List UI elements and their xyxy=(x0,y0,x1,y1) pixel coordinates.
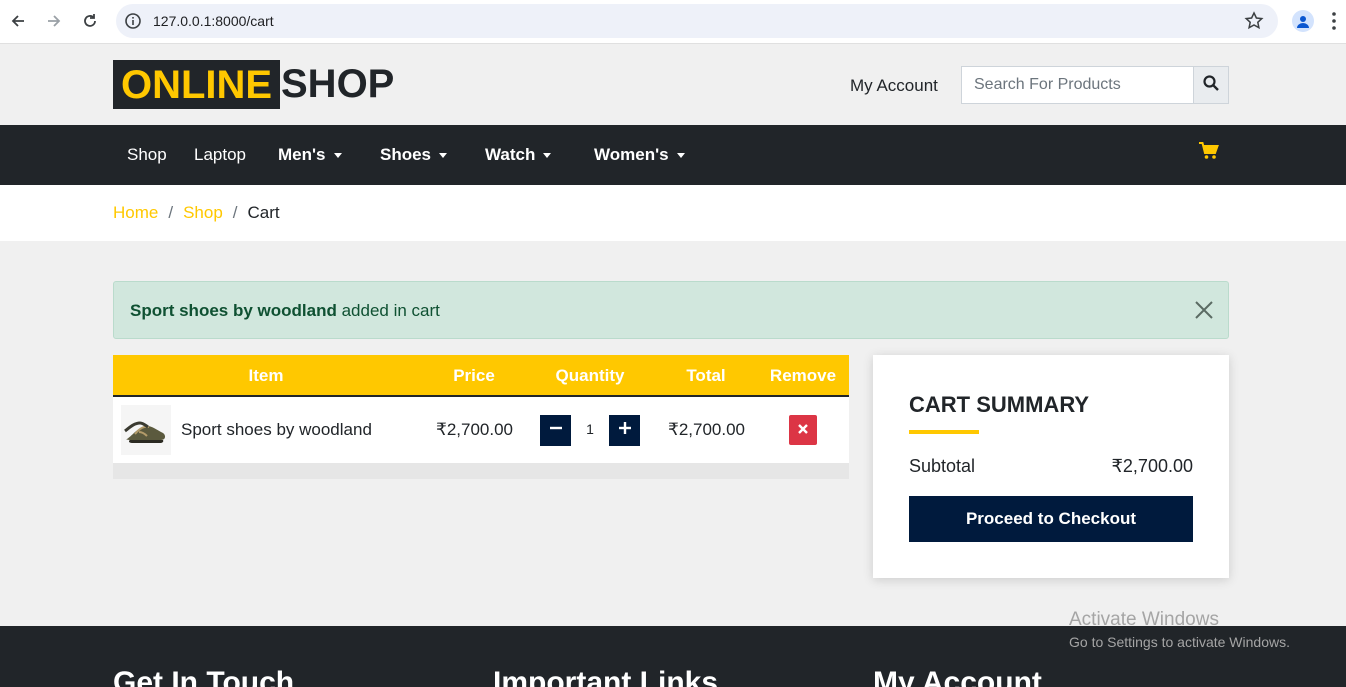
my-account-link[interactable]: My Account xyxy=(850,76,938,96)
product-image[interactable] xyxy=(121,405,171,455)
minus-icon xyxy=(549,421,563,440)
breadcrumb-shop[interactable]: Shop xyxy=(183,203,223,223)
breadcrumb-current: Cart xyxy=(247,203,280,222)
breadcrumb-separator: / xyxy=(168,203,174,222)
nav-label: Men's xyxy=(278,145,326,164)
row-total: ₹2,700.00 xyxy=(668,420,745,439)
nav-label: Women's xyxy=(594,145,669,164)
caret-down-icon xyxy=(543,152,552,158)
breadcrumb-home[interactable]: Home xyxy=(113,203,158,223)
close-icon xyxy=(798,421,808,439)
search-icon xyxy=(1203,74,1219,96)
breadcrumb-bar: Home / Shop / Cart xyxy=(0,185,1346,241)
close-icon[interactable] xyxy=(1195,301,1213,324)
search-button[interactable] xyxy=(1193,67,1228,103)
search-form xyxy=(961,66,1229,104)
main-navbar: Shop Laptop Men's Shoes Watch Women's xyxy=(0,125,1346,185)
site-header: ONLINE SHOP My Account xyxy=(0,45,1346,125)
subtotal-label: Subtotal xyxy=(909,456,976,476)
breadcrumb: Home / Shop / Cart xyxy=(113,203,280,223)
bookmark-star-icon[interactable] xyxy=(1244,11,1264,36)
nav-label: Laptop xyxy=(194,145,246,164)
cart-table: Item Price Quantity Total Remove Sport s… xyxy=(113,355,849,479)
reload-icon[interactable] xyxy=(79,10,101,32)
header-quantity: Quantity xyxy=(555,366,625,385)
title-underline xyxy=(909,430,979,434)
nav-label: Shop xyxy=(127,145,167,164)
watermark-subtitle: Go to Settings to activate Windows. xyxy=(1069,634,1290,650)
site-info-icon[interactable] xyxy=(124,12,142,35)
product-price: ₹2,700.00 xyxy=(436,420,513,439)
breadcrumb-separator: / xyxy=(232,203,238,222)
quantity-input[interactable]: 1 xyxy=(571,421,609,437)
footer-heading-links: Important Links xyxy=(493,666,719,687)
table-header: Item Price Quantity Total Remove xyxy=(113,355,849,397)
cart-summary: CART SUMMARY Subtotal ₹2,700.00 Proceed … xyxy=(873,355,1229,578)
logo-text[interactable]: SHOP xyxy=(281,64,394,104)
alert-text: added in cart xyxy=(336,301,440,320)
subtotal-value: ₹2,700.00 xyxy=(1111,456,1193,476)
browser-menu-icon[interactable] xyxy=(1332,12,1336,35)
nav-label: Watch xyxy=(485,145,536,164)
summary-title: CART SUMMARY xyxy=(909,392,1090,417)
checkout-button[interactable]: Proceed to Checkout xyxy=(909,496,1193,542)
table-row: Sport shoes by woodland ₹2,700.00 1 ₹2,7… xyxy=(113,397,849,463)
alert-message: Sport shoes by woodland added in cart xyxy=(130,301,440,321)
success-alert: Sport shoes by woodland added in cart xyxy=(113,281,1229,339)
alert-product-name: Sport shoes by woodland xyxy=(130,301,337,320)
nav-item-shoes[interactable]: Shoes xyxy=(380,145,448,165)
watermark-title: Activate Windows xyxy=(1069,609,1219,630)
plus-icon xyxy=(618,421,632,440)
product-name[interactable]: Sport shoes by woodland xyxy=(181,420,372,440)
caret-down-icon xyxy=(676,152,685,158)
nav-item-laptop[interactable]: Laptop xyxy=(194,145,246,165)
logo-highlight: ONLINE xyxy=(121,62,273,107)
footer-heading-account: My Account xyxy=(873,666,1042,687)
header-remove: Remove xyxy=(769,366,837,385)
quantity-decrease-button[interactable] xyxy=(540,415,571,446)
header-item: Item xyxy=(248,366,284,385)
activation-watermark: Activate Windows Go to Settings to activ… xyxy=(1069,609,1290,650)
nav-item-shop[interactable]: Shop xyxy=(127,145,167,165)
caret-down-icon xyxy=(439,152,448,158)
nav-item-watch[interactable]: Watch xyxy=(485,145,552,165)
quantity-increase-button[interactable] xyxy=(609,415,640,446)
browser-toolbar: 127.0.0.1:8000/cart xyxy=(0,0,1346,44)
forward-icon[interactable] xyxy=(43,10,65,32)
profile-avatar-icon[interactable] xyxy=(1292,10,1314,32)
back-icon[interactable] xyxy=(7,10,29,32)
header-total: Total xyxy=(686,366,726,385)
url-text[interactable]: 127.0.0.1:8000/cart xyxy=(153,13,274,29)
address-bar[interactable]: 127.0.0.1:8000/cart xyxy=(116,4,1278,38)
nav-label: Shoes xyxy=(380,145,432,164)
footer-heading-contact: Get In Touch xyxy=(113,666,295,687)
remove-item-button[interactable] xyxy=(789,415,817,445)
shopping-cart-icon[interactable] xyxy=(1199,142,1219,165)
logo[interactable]: ONLINE xyxy=(113,60,281,109)
caret-down-icon xyxy=(333,152,342,158)
header-price: Price xyxy=(453,366,495,385)
nav-item-mens[interactable]: Men's xyxy=(278,145,342,165)
search-input[interactable] xyxy=(962,67,1193,103)
nav-item-womens[interactable]: Women's xyxy=(594,145,685,165)
